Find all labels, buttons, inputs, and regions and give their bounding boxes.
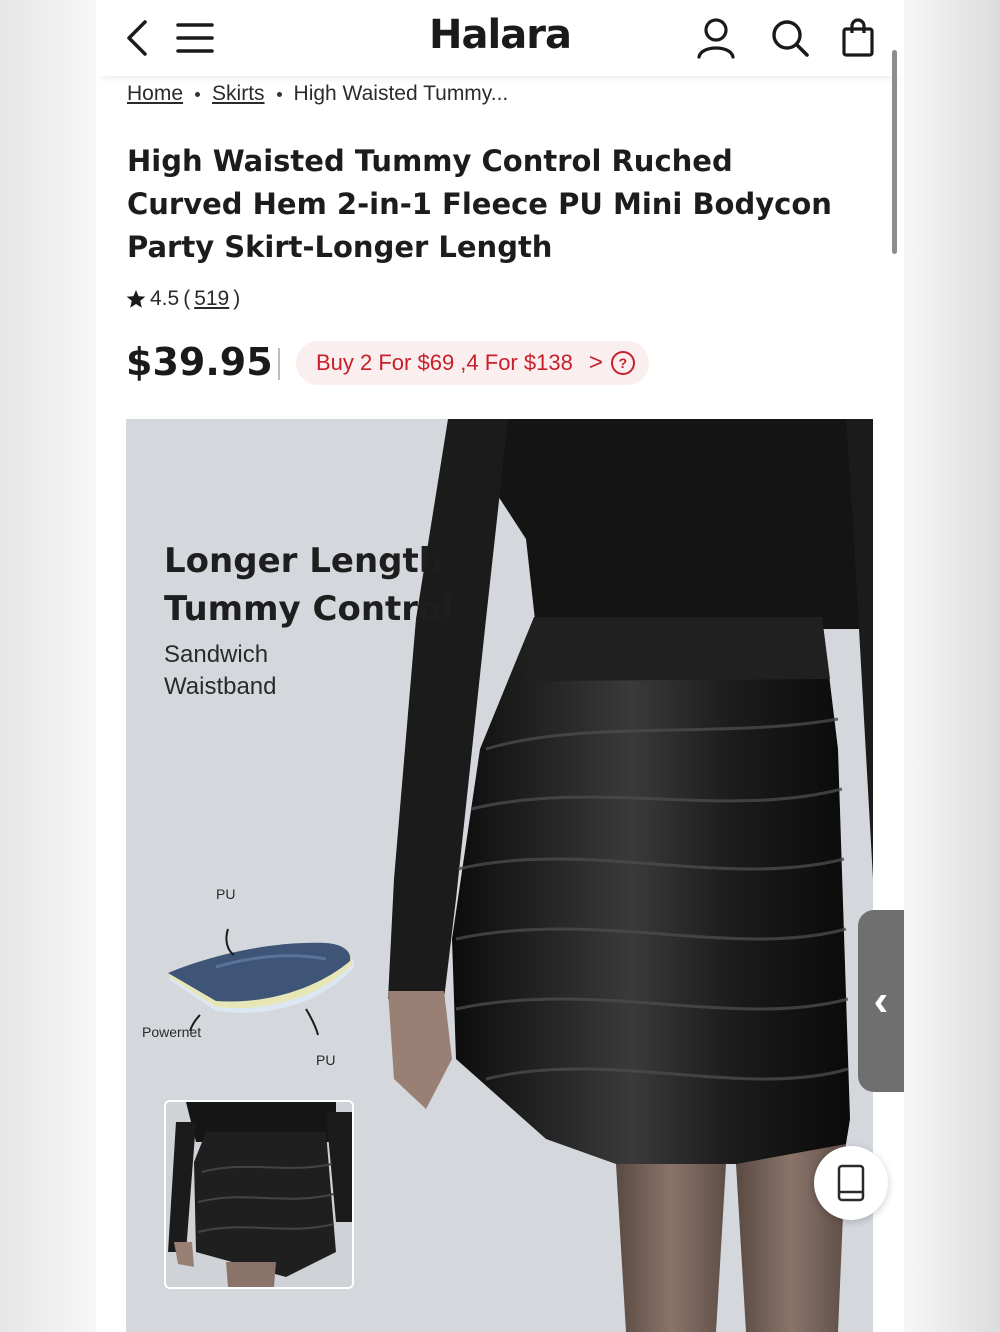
rating-value: 4.5: [150, 287, 180, 310]
product-rating[interactable]: 4.5 ( 519 ): [126, 287, 240, 311]
breadcrumb-home[interactable]: Home: [127, 82, 183, 106]
fabric-layers-diagram: [168, 928, 355, 1036]
help-icon[interactable]: ?: [610, 351, 635, 375]
bag-icon: [842, 18, 874, 57]
separator-dot: [276, 91, 282, 97]
product-page: Halara Home Skirts High Waisted Tummy...: [96, 0, 904, 1332]
breadcrumb: Home Skirts High Waisted Tummy...: [127, 82, 508, 106]
product-main-image[interactable]: Longer Length Tummy Control Sandwich Wai…: [126, 419, 873, 1332]
page-scrollbar[interactable]: [892, 50, 897, 254]
separator-dot: [195, 91, 201, 97]
promo-text: Buy 2 For $69 ,4 For $138: [316, 350, 573, 375]
layer-label-bottom: PU: [316, 1052, 336, 1068]
caption-heading-2: Tummy Control: [164, 589, 454, 629]
product-title: High Waisted Tummy Control Ruched Curved…: [127, 144, 832, 264]
chevron-right-icon: >: [588, 349, 603, 376]
chevron-left-icon: ‹: [873, 976, 889, 1025]
phone-icon: [837, 1164, 865, 1202]
caption-heading-1: Longer Length: [164, 541, 443, 581]
paren-open: (: [183, 287, 191, 310]
account-button[interactable]: [694, 16, 738, 60]
thumbnail-image[interactable]: [164, 1100, 354, 1289]
user-icon: [697, 18, 735, 59]
caption-sub-1: Sandwich: [164, 641, 269, 668]
paren-close: ): [233, 287, 241, 310]
star-icon: [126, 290, 146, 308]
device-view-button[interactable]: [814, 1146, 888, 1220]
layer-label-top: PU: [216, 886, 236, 902]
search-button[interactable]: [768, 16, 812, 60]
product-price: $39.95: [126, 340, 273, 384]
breadcrumb-current: High Waisted Tummy...: [293, 82, 509, 105]
top-header: Halara: [96, 0, 904, 76]
caption-sub-2: Waistband: [164, 673, 277, 700]
side-panel-toggle[interactable]: ‹: [858, 910, 904, 1092]
cart-button[interactable]: [836, 16, 880, 60]
bundle-promo-button[interactable]: Buy 2 For $69 ,4 For $138 > ?: [296, 341, 649, 385]
search-icon: [772, 20, 809, 57]
thumbnail-figure: [166, 1102, 352, 1287]
layer-label-middle: Powernet: [142, 1024, 202, 1040]
image-caption: Longer Length Tummy Control Sandwich Wai…: [164, 537, 453, 703]
breadcrumb-skirts[interactable]: Skirts: [212, 82, 265, 106]
price-divider: [278, 348, 280, 380]
review-count-link[interactable]: 519: [194, 287, 229, 311]
